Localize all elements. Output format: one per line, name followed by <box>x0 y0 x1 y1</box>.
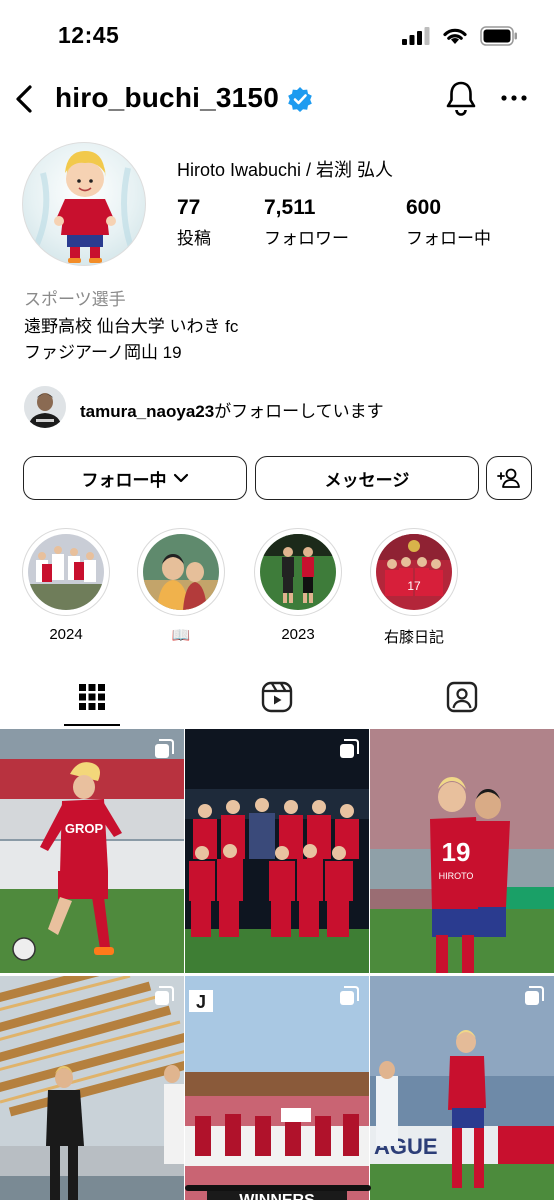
profile-username: hiro_buchi_3150 <box>55 82 279 113</box>
post-tile[interactable]: GROP <box>0 729 184 973</box>
profile-stats: 77 投稿 7,511 フォロワー 600 フォロー中 <box>177 196 491 249</box>
wifi-icon <box>443 28 467 44</box>
profile-full-name: Hiroto Iwabuchi / 岩渕 弘人 <box>177 160 394 180</box>
status-time: 12:45 <box>58 22 120 48</box>
highlight-cover-book <box>143 534 219 610</box>
highlight-2024[interactable]: 2024 <box>21 528 111 643</box>
message-button[interactable]: メッセージ <box>255 456 479 500</box>
multiple-photos-icon <box>340 986 359 1005</box>
following-button[interactable]: フォロー中 <box>23 456 247 500</box>
verified-badge-icon <box>288 87 312 112</box>
add-person-icon <box>497 468 520 488</box>
winners-banner-text: WINNERS <box>239 1192 315 1200</box>
mutual-follower-text[interactable]: tamura_naoya23がフォローしています <box>80 397 384 422</box>
post-tile[interactable] <box>185 729 369 973</box>
following-button-label: フォロー中 <box>81 470 167 490</box>
jersey-name-text: HIROTO <box>439 871 474 881</box>
multiple-photos-icon <box>525 986 544 1005</box>
status-icons <box>402 26 518 46</box>
grid-icon <box>79 684 105 710</box>
reels-icon <box>261 681 293 713</box>
profile-category: スポーツ選手 <box>24 290 126 309</box>
followers-label: フォロワー <box>264 229 349 248</box>
post-tile[interactable]: 19 HIROTO <box>370 729 554 973</box>
post-photo: 19 HIROTO <box>370 729 554 973</box>
highlight-ring: 17 <box>370 528 458 616</box>
message-button-label: メッセージ <box>324 470 410 490</box>
highlight-cover-2024 <box>28 534 104 610</box>
profile-tabs <box>0 668 554 726</box>
post-tile[interactable] <box>0 976 184 1200</box>
svg-text:19: 19 <box>442 837 471 867</box>
tab-reels[interactable] <box>185 668 369 726</box>
battery-icon <box>480 26 517 46</box>
more-options-icon[interactable] <box>500 84 528 112</box>
profile-bio-line-1: 遠野高校 仙台大学 いわき fc <box>24 317 239 336</box>
posts-label: 投稿 <box>177 229 211 248</box>
signal-icon <box>402 27 430 45</box>
mutual-follower-avatar[interactable] <box>24 386 66 428</box>
highlight-ring <box>22 528 110 616</box>
notification-bell-icon[interactable] <box>444 80 478 116</box>
followers-count: 7,511 <box>264 196 316 219</box>
mutual-avatar-photo <box>24 386 66 428</box>
highlight-label: 2024 <box>49 626 83 643</box>
post-photo <box>0 976 184 1200</box>
highlight-label: 2023 <box>281 626 315 643</box>
post-photo <box>185 729 369 973</box>
jersey-sponsor-text: GROP <box>65 821 104 836</box>
highlight-cover-knee-diary: 17 <box>376 534 452 610</box>
post-tile[interactable]: J WINNERS <box>185 976 369 1200</box>
following-count: 600 <box>406 196 442 219</box>
tab-posts-grid[interactable] <box>0 668 184 726</box>
post-photo: AGUE <box>370 976 554 1200</box>
mutual-follower-username[interactable]: tamura_naoya23 <box>80 402 214 421</box>
highlight-ring <box>254 528 342 616</box>
home-indicator[interactable] <box>185 1185 371 1191</box>
active-tab-indicator <box>64 724 120 726</box>
profile-avatar[interactable] <box>22 142 146 266</box>
highlight-book[interactable]: 📖 <box>136 528 226 644</box>
stat-following[interactable]: 600 フォロー中 <box>406 196 491 249</box>
multiple-photos-icon <box>155 739 174 758</box>
post-tile[interactable]: AGUE <box>370 976 554 1200</box>
svg-text:17: 17 <box>407 579 421 593</box>
multiple-photos-icon <box>340 739 359 758</box>
svg-text:J: J <box>196 992 206 1012</box>
highlight-label: 📖 <box>171 627 191 644</box>
tagged-icon <box>446 681 478 713</box>
status-bar: 12:45 <box>0 0 554 72</box>
highlight-cover-2023 <box>260 534 336 610</box>
stat-followers[interactable]: 7,511 フォロワー <box>264 196 406 249</box>
back-icon[interactable] <box>10 82 38 116</box>
profile-header: hiro_buchi_3150 <box>0 72 554 128</box>
chevron-down-icon <box>173 473 188 483</box>
suggest-users-button[interactable] <box>486 456 532 500</box>
highlight-knee-diary[interactable]: 17 右膝日記 <box>369 528 459 647</box>
stat-posts: 77 投稿 <box>177 196 264 249</box>
following-label: フォロー中 <box>406 229 491 248</box>
multiple-photos-icon <box>155 986 174 1005</box>
avatar-illustration <box>30 151 136 263</box>
post-photo: J WINNERS <box>185 976 369 1200</box>
post-photo: GROP <box>0 729 184 973</box>
profile-bio-line-2: ファジアーノ岡山 19 <box>24 343 182 362</box>
tab-tagged[interactable] <box>370 668 554 726</box>
mutual-follower-suffix: がフォローしています <box>214 402 384 421</box>
highlight-2023[interactable]: 2023 <box>253 528 343 643</box>
posts-count: 77 <box>177 196 201 219</box>
highlight-ring <box>137 528 225 616</box>
highlight-label: 右膝日記 <box>383 629 444 646</box>
